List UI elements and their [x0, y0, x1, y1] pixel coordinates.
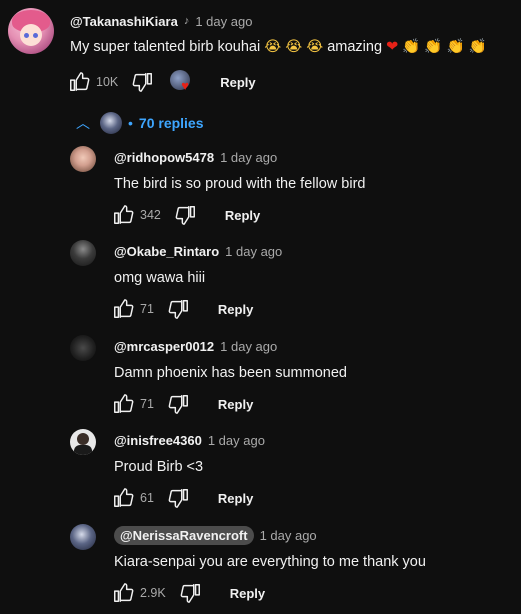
reply-item: @ridhopow5478 1 day ago The bird is so p…	[70, 146, 510, 230]
thumbs-up-icon[interactable]	[112, 393, 134, 415]
reply-timestamp[interactable]: 1 day ago	[260, 528, 317, 543]
avatar[interactable]	[70, 335, 96, 361]
reply-author-handle[interactable]: @inisfree4360	[114, 433, 202, 448]
reply-item: @Okabe_Rintaro 1 day ago omg wawa hiii 7…	[70, 240, 510, 324]
reply-item: @NerissaRavencroft 1 day ago Kiara-senpa…	[70, 524, 510, 610]
red-heart-emoji-icon: ❤	[386, 39, 399, 55]
reply-timestamp[interactable]: 1 day ago	[225, 244, 282, 259]
avatar[interactable]	[8, 8, 54, 54]
comment-author-handle[interactable]: @TakanashiKiara	[70, 14, 178, 29]
clapping-hands-emoji-icon: 👏	[446, 39, 465, 55]
comment-text-after: amazing	[327, 39, 383, 55]
comment-text: My super talented birb kouhai 😭 😭 😭 amaz…	[70, 38, 487, 55]
clapping-hands-emoji-icon: 👏	[402, 39, 421, 55]
reply-text: The bird is so proud with the fellow bir…	[114, 176, 366, 192]
replies-toggle[interactable]: ︿ • 70 replies	[76, 112, 204, 134]
reply-text: omg wawa hiii	[114, 270, 206, 286]
like-count: 342	[140, 208, 161, 222]
comment-timestamp[interactable]: 1 day ago	[195, 14, 252, 29]
thumbs-up-icon[interactable]	[68, 71, 90, 93]
avatar[interactable]	[70, 146, 96, 172]
thumbs-up-icon[interactable]	[112, 487, 134, 509]
music-note-icon: ♪	[183, 15, 190, 27]
replies-count-label[interactable]: 70 replies	[139, 115, 204, 131]
reply-actions: 71 Reply	[112, 393, 253, 415]
crying-emoji-icon: 😭	[306, 39, 324, 55]
crying-emoji-icon: 😭	[264, 39, 282, 55]
like-count: 2.9K	[140, 586, 166, 600]
thumbs-down-icon[interactable]	[132, 71, 154, 93]
thumbs-down-icon[interactable]	[175, 204, 197, 226]
reply-actions: 342 Reply	[112, 204, 260, 226]
reply-author-handle[interactable]: @mrcasper0012	[114, 339, 214, 354]
thumbs-down-icon[interactable]	[168, 393, 190, 415]
comment-header: @TakanashiKiara ♪ 1 day ago	[70, 12, 252, 30]
reply-actions: 2.9K Reply	[112, 582, 265, 604]
reply-button[interactable]: Reply	[220, 75, 255, 90]
reply-timestamp[interactable]: 1 day ago	[220, 339, 277, 354]
reply-text: Kiara-senpai you are everything to me th…	[114, 554, 426, 570]
comment-actions: 10K ♥ Reply	[68, 70, 256, 94]
reply-timestamp[interactable]: 1 day ago	[220, 150, 277, 165]
like-count: 61	[140, 491, 154, 505]
reply-header: @inisfree4360 1 day ago	[114, 433, 265, 448]
top-comment: @TakanashiKiara ♪ 1 day ago My super tal…	[8, 8, 518, 108]
thumbs-down-icon[interactable]	[180, 582, 202, 604]
reply-item: @mrcasper0012 1 day ago Damn phoenix has…	[70, 335, 510, 419]
like-count: 71	[140, 302, 154, 316]
reply-header: @mrcasper0012 1 day ago	[114, 339, 277, 354]
heart-icon: ♥	[181, 78, 189, 93]
clapping-hands-emoji-icon: 👏	[468, 39, 487, 55]
clapping-hands-emoji-icon: 👏	[424, 39, 443, 55]
reply-button[interactable]: Reply	[218, 302, 253, 317]
crying-emoji-icon: 😭	[285, 39, 303, 55]
creator-handle-badge[interactable]: @NerissaRavencroft	[114, 526, 254, 545]
avatar[interactable]	[70, 429, 96, 455]
reply-timestamp[interactable]: 1 day ago	[208, 433, 265, 448]
thumbs-down-icon[interactable]	[168, 487, 190, 509]
reply-button[interactable]: Reply	[218, 397, 253, 412]
replies-avatar	[100, 112, 122, 134]
reply-author-handle[interactable]: @Okabe_Rintaro	[114, 244, 219, 259]
reply-item: @inisfree4360 1 day ago Proud Birb <3 61…	[70, 429, 510, 513]
thumbs-up-icon[interactable]	[112, 582, 134, 604]
dot-separator: •	[128, 115, 133, 131]
reply-text: Damn phoenix has been summoned	[114, 365, 347, 381]
reply-button[interactable]: Reply	[230, 586, 265, 601]
thumbs-up-icon[interactable]	[112, 298, 134, 320]
like-count: 71	[140, 397, 154, 411]
creator-heart-badge: ♥	[170, 70, 194, 94]
reply-button[interactable]: Reply	[218, 491, 253, 506]
avatar[interactable]	[70, 524, 96, 550]
chevron-up-icon: ︿	[76, 115, 90, 131]
reply-text: Proud Birb <3	[114, 459, 204, 475]
reply-actions: 61 Reply	[112, 487, 253, 509]
avatar[interactable]	[70, 240, 96, 266]
thumbs-up-icon[interactable]	[112, 204, 134, 226]
reply-button[interactable]: Reply	[225, 208, 260, 223]
reply-header: @Okabe_Rintaro 1 day ago	[114, 244, 282, 259]
reply-header: @NerissaRavencroft 1 day ago	[114, 526, 317, 545]
reply-author-handle[interactable]: @ridhopow5478	[114, 150, 214, 165]
thumbs-down-icon[interactable]	[168, 298, 190, 320]
reply-actions: 71 Reply	[112, 298, 253, 320]
comment-text-main: My super talented birb kouhai	[70, 39, 261, 55]
like-count: 10K	[96, 75, 119, 89]
comment-thread: @TakanashiKiara ♪ 1 day ago My super tal…	[0, 0, 521, 614]
reply-header: @ridhopow5478 1 day ago	[114, 150, 277, 165]
